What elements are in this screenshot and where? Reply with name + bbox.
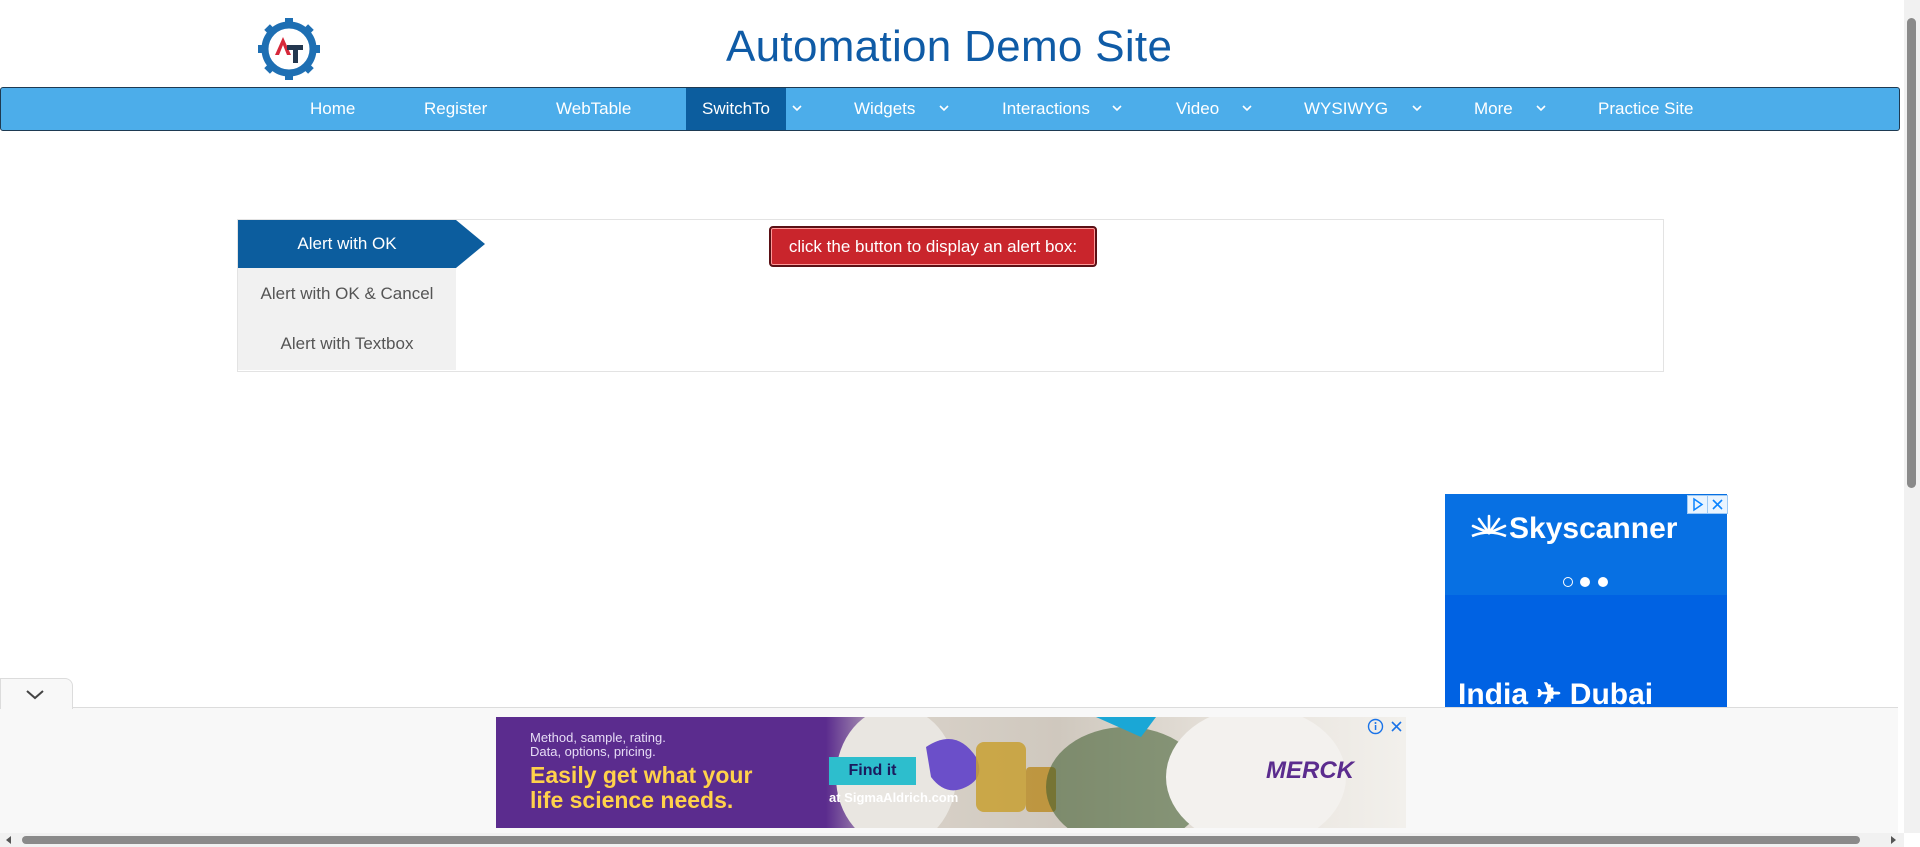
skyscanner-header: Skyscanner [1445,494,1727,569]
close-icon[interactable] [1707,495,1728,514]
ad-choices-icon[interactable] [1687,495,1708,514]
find-it-button[interactable]: Find it [829,757,916,785]
chevron-down-icon[interactable] [936,88,952,130]
ad-headline-line: life science needs. [530,787,734,813]
nav-register[interactable]: Register [424,88,487,130]
tab-alert-ok[interactable]: Alert with OK [238,220,456,268]
alerts-tab-list: Alert with OK Alert with OK & Cancel Ale… [238,220,456,370]
collapse-ad-button[interactable] [0,678,73,709]
nav-video[interactable]: Video [1176,88,1219,130]
nav-widgets[interactable]: Widgets [854,88,915,130]
chevron-down-icon [26,690,44,700]
ad-route: India ✈ Dubai [1458,678,1654,708]
merck-ad[interactable]: Method, sample, rating. Data, options, p… [496,717,1406,828]
tab-alert-ok-cancel[interactable]: Alert with OK & Cancel [238,270,456,318]
skyscanner-logo-icon [1471,513,1507,544]
chevron-down-icon[interactable] [1239,88,1255,130]
chevron-down-icon[interactable] [789,88,805,130]
active-tab-arrow [456,220,485,268]
display-alert-button[interactable]: click the button to display an alert box… [769,226,1097,267]
carousel-dot[interactable] [1580,577,1590,587]
skyscanner-brand: Skyscanner [1509,512,1678,545]
main-nav: Home Register WebTable SwitchTo Widgets … [0,87,1900,131]
tab-alert-textbox[interactable]: Alert with Textbox [238,320,456,368]
carousel-dot[interactable] [1598,577,1608,587]
carousel-dots [1445,569,1727,595]
horizontal-scroll-thumb[interactable] [22,836,1860,844]
nav-switchto[interactable]: SwitchTo [686,88,786,130]
scroll-right-icon [1891,836,1896,844]
chevron-down-icon[interactable] [1409,88,1425,130]
ad-small-line: Method, sample, rating. [530,730,666,745]
nav-practice-site[interactable]: Practice Site [1598,88,1693,130]
chevron-down-icon[interactable] [1533,88,1549,130]
ad-small-text: Method, sample, rating. Data, options, p… [530,731,666,759]
nav-more[interactable]: More [1474,88,1513,130]
nav-wysiwyg[interactable]: WYSIWYG [1304,88,1388,130]
page-title: Automation Demo Site [726,22,1173,71]
ad-cta-sub: at SigmaAldrich.com [829,790,959,805]
skyscanner-ad[interactable]: Skyscanner India ✈ Dubai [1445,494,1727,708]
carousel-dot[interactable] [1563,577,1573,587]
nav-home[interactable]: Home [310,88,355,130]
ad-headline-line: Easily get what your [530,762,753,788]
merck-logo: MERCK [1266,757,1354,784]
nav-interactions[interactable]: Interactions [1002,88,1090,130]
scroll-left-icon [6,836,11,844]
site-logo[interactable] [257,17,321,81]
ad-small-line: Data, options, pricing. [530,744,656,759]
nav-webtable[interactable]: WebTable [556,88,631,130]
close-icon[interactable] [1388,718,1405,735]
ad-headline: Easily get what your life science needs. [530,763,752,813]
chevron-down-icon[interactable] [1109,88,1125,130]
info-icon[interactable] [1367,718,1384,735]
vertical-scroll-thumb[interactable] [1907,18,1916,488]
